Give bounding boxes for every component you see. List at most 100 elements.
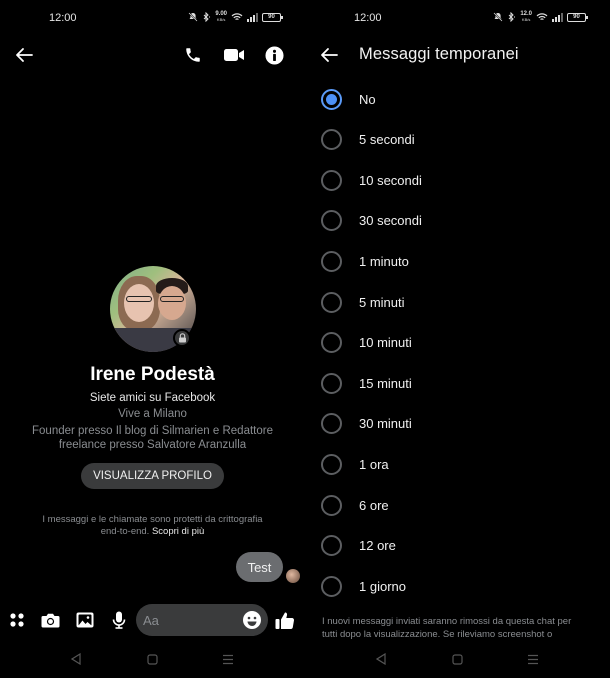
back-triangle-icon <box>376 653 386 665</box>
recents-menu-icon <box>528 654 538 664</box>
gallery-icon <box>76 612 94 628</box>
nav-recents-button[interactable] <box>218 649 238 669</box>
option-row[interactable]: 30 secondi <box>305 201 610 241</box>
video-camera-icon <box>224 49 244 61</box>
chat-screen: 12:00 9.00 KB/s 90 Irene Podestà Siete a… <box>0 0 305 678</box>
status-time: 12:00 <box>354 12 382 24</box>
option-label: 1 minuto <box>359 253 409 269</box>
phone-icon <box>186 48 200 62</box>
nav-back-button[interactable] <box>66 649 86 669</box>
option-label: 10 minuti <box>359 335 412 351</box>
message-bubble[interactable]: Test <box>236 552 283 582</box>
option-row[interactable]: No <box>305 79 610 119</box>
nav-recents-button[interactable] <box>523 649 543 669</box>
disappearing-messages-note: I nuovi messaggi inviati saranno rimossi… <box>322 616 572 640</box>
back-arrow-icon <box>16 48 33 62</box>
wifi-icon <box>536 13 548 21</box>
option-label: 6 ore <box>359 497 389 513</box>
option-row[interactable]: 12 ore <box>305 526 610 566</box>
settings-header: Messaggi temporanei <box>305 38 610 72</box>
option-label: 5 minuti <box>359 294 405 310</box>
option-row[interactable]: 1 giorno <box>305 566 610 606</box>
radio-button[interactable] <box>321 210 342 232</box>
option-row[interactable]: 5 secondi <box>305 120 610 160</box>
lock-icon <box>173 329 191 347</box>
radio-button[interactable] <box>321 129 342 151</box>
read-receipt-avatar <box>286 569 300 583</box>
contact-work: Founder presso Il blog di Silmarien e Re… <box>32 425 273 451</box>
option-label: 1 ora <box>359 456 389 472</box>
mute-icon <box>493 12 503 22</box>
radio-button[interactable] <box>321 169 342 191</box>
radio-button[interactable] <box>321 453 342 475</box>
option-row[interactable]: 6 ore <box>305 485 610 525</box>
mute-icon <box>188 12 198 22</box>
thumbs-up-icon <box>275 612 295 629</box>
option-row[interactable]: 1 minuto <box>305 241 610 281</box>
friendship-status: Siete amici su Facebook <box>89 392 216 404</box>
radio-button[interactable] <box>321 372 342 394</box>
radio-button[interactable] <box>321 494 342 516</box>
back-arrow-icon <box>321 48 338 62</box>
more-actions-button[interactable] <box>5 603 29 637</box>
learn-more-link[interactable]: Scopri di più <box>152 526 204 537</box>
nav-home-button[interactable] <box>447 649 467 669</box>
contact-location: Vive a Milano <box>118 408 187 420</box>
home-square-icon <box>146 653 158 665</box>
option-row[interactable]: 5 minuti <box>305 282 610 322</box>
network-speed: 9.00 KB/s <box>215 11 227 22</box>
emoji-icon[interactable] <box>242 610 262 630</box>
camera-button[interactable] <box>38 603 62 637</box>
nav-back-button[interactable] <box>371 649 391 669</box>
wifi-icon <box>231 13 243 21</box>
video-call-button[interactable] <box>221 43 247 67</box>
home-square-icon <box>451 653 463 665</box>
menu-dots-icon <box>10 613 24 627</box>
like-button[interactable] <box>273 603 297 637</box>
option-row[interactable]: 1 ora <box>305 444 610 484</box>
back-button[interactable] <box>317 43 341 67</box>
status-bar: 12:00 12.0 KB/s 90 <box>305 0 610 38</box>
option-label: 1 giorno <box>359 578 406 594</box>
back-triangle-icon <box>71 653 81 665</box>
message-input-placeholder: Aa <box>143 613 159 628</box>
system-nav-bar <box>0 645 305 673</box>
status-bar: 12:00 9.00 KB/s 90 <box>0 0 305 38</box>
radio-button[interactable] <box>321 250 342 272</box>
radio-button[interactable] <box>321 88 342 110</box>
voice-message-button[interactable] <box>107 603 131 637</box>
page-title: Messaggi temporanei <box>359 45 519 63</box>
status-time: 12:00 <box>49 12 77 24</box>
view-profile-button[interactable]: VISUALIZZA PROFILO <box>81 463 224 489</box>
info-button[interactable] <box>262 43 286 67</box>
signal-icon <box>552 12 563 22</box>
option-label: 30 minuti <box>359 416 412 432</box>
message-input[interactable]: Aa <box>136 604 268 636</box>
back-button[interactable] <box>12 43 36 67</box>
option-label: 30 secondi <box>359 213 422 229</box>
option-label: 5 secondi <box>359 132 415 148</box>
radio-button[interactable] <box>321 535 342 557</box>
chat-header <box>0 38 305 72</box>
radio-button[interactable] <box>321 332 342 354</box>
gallery-button[interactable] <box>73 603 97 637</box>
radio-button[interactable] <box>321 291 342 313</box>
battery-icon: 90 <box>262 12 283 22</box>
recents-menu-icon <box>223 654 233 664</box>
encryption-notice: I messaggi e le chiamate sono protetti d… <box>42 514 263 537</box>
option-label: 15 minuti <box>359 375 412 391</box>
option-row[interactable]: 10 minuti <box>305 323 610 363</box>
microphone-icon <box>112 611 126 629</box>
voice-call-button[interactable] <box>181 43 205 67</box>
signal-icon <box>247 12 258 22</box>
nav-home-button[interactable] <box>142 649 162 669</box>
disappearing-messages-screen: 12:00 12.0 KB/s 90 Messaggi temporanei No… <box>305 0 610 678</box>
radio-button[interactable] <box>321 575 342 597</box>
bluetooth-icon <box>508 12 516 22</box>
option-row[interactable]: 30 minuti <box>305 404 610 444</box>
battery-icon: 90 <box>567 12 588 22</box>
option-row[interactable]: 10 secondi <box>305 160 610 200</box>
option-row[interactable]: 15 minuti <box>305 363 610 403</box>
contact-name: Irene Podestà <box>90 364 215 385</box>
radio-button[interactable] <box>321 413 342 435</box>
